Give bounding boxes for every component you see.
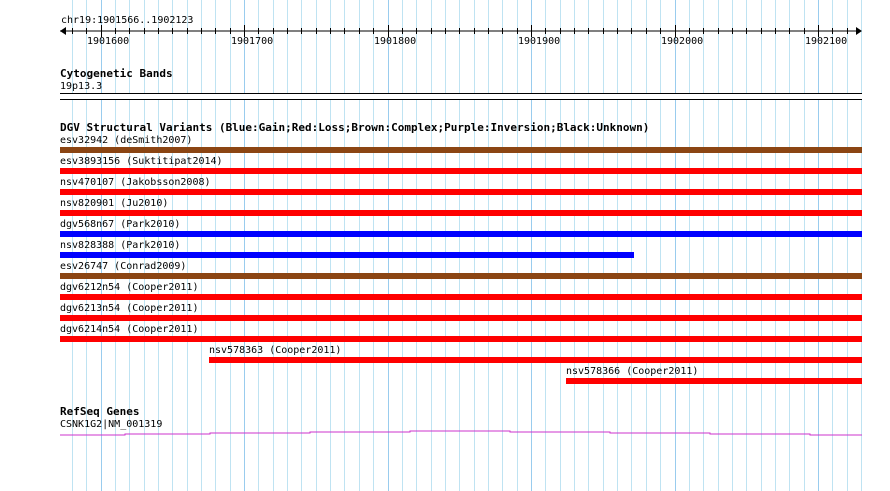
variant-bar-dgv6213n54[interactable] [60,315,862,321]
gene-model-line[interactable] [0,428,890,438]
refseq-track-title: RefSeq Genes [60,405,140,418]
cytoband-label: 19p13.3 [60,81,103,92]
variant-bar-esv26747[interactable] [60,273,862,279]
variant-label-nsv828388: nsv828388 (Park2010) [60,240,181,251]
ruler-axis [60,25,862,37]
variant-label-esv3893156: esv3893156 (Suktitipat2014) [60,156,223,167]
variant-label-dgv6213n54: dgv6213n54 (Cooper2011) [60,303,199,314]
variant-bar-nsv578366[interactable] [566,378,862,384]
tick-label-4: 1901900 [518,36,561,47]
ruler-right-arrow-icon [856,27,862,35]
tick-label-3: 1901800 [374,36,417,47]
variant-bar-dgv6214n54[interactable] [60,336,862,342]
variant-bar-nsv828388[interactable] [60,252,634,258]
variant-bar-dgv568n67[interactable] [60,231,862,237]
variant-bar-nsv820901[interactable] [60,210,862,216]
variant-label-nsv578363: nsv578363 (Cooper2011) [209,345,342,356]
cytoband-track-title: Cytogenetic Bands [60,67,173,80]
tick-label-5: 1902000 [661,36,704,47]
variant-label-dgv6214n54: dgv6214n54 (Cooper2011) [60,324,199,335]
variant-label-esv32942: esv32942 (deSmith2007) [60,135,193,146]
variant-label-esv26747: esv26747 (Conrad2009) [60,261,187,272]
variant-bar-nsv470107[interactable] [60,189,862,195]
ruler-left-arrow-icon [60,27,66,35]
variant-label-nsv470107: nsv470107 (Jakobsson2008) [60,177,211,188]
variant-bar-esv32942[interactable] [60,147,862,153]
tick-label-6: 1902100 [805,36,848,47]
tick-label-2: 1901700 [231,36,274,47]
variant-bar-esv3893156[interactable] [60,168,862,174]
variant-label-dgv568n67: dgv568n67 (Park2010) [60,219,181,230]
variant-bar-nsv578363[interactable] [209,357,862,363]
variant-label-nsv578366: nsv578366 (Cooper2011) [566,366,699,377]
variant-label-dgv6212n54: dgv6212n54 (Cooper2011) [60,282,199,293]
dgv-track-title: DGV Structural Variants (Blue:Gain;Red:L… [60,121,650,134]
cytoband-bar[interactable] [60,93,862,100]
variant-bar-dgv6212n54[interactable] [60,294,862,300]
tick-label-1: 1901600 [87,36,130,47]
variant-label-nsv820901: nsv820901 (Ju2010) [60,198,169,209]
